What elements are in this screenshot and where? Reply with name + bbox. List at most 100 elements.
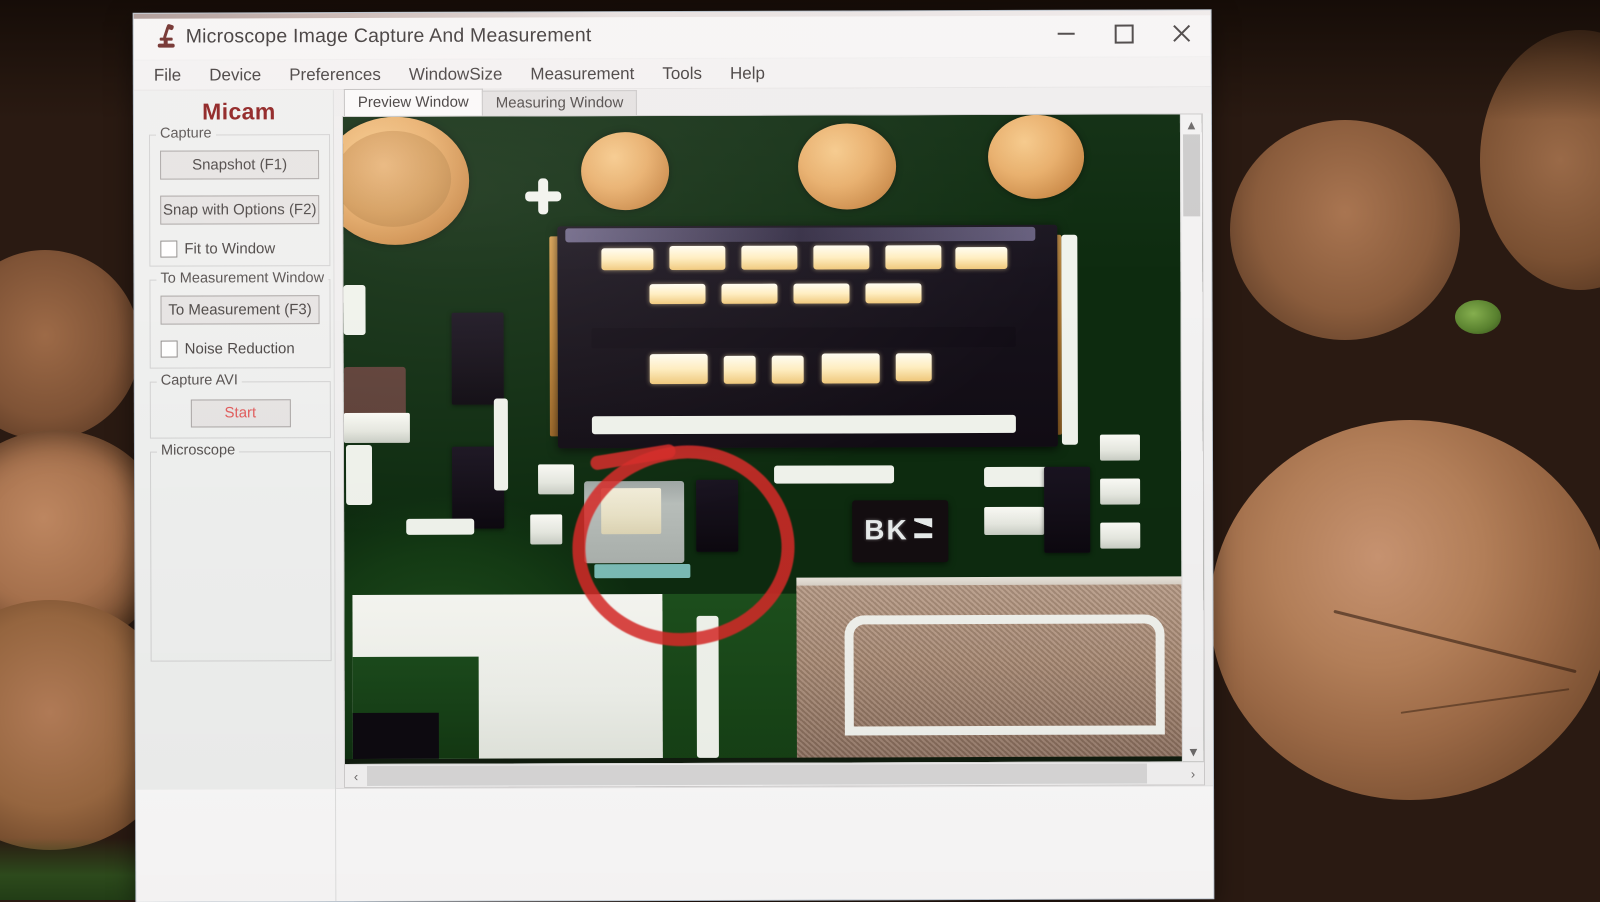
to-measurement-button[interactable]: To Measurement (F3) [160, 295, 320, 325]
gold-test-pad [342, 116, 470, 246]
solder-pad [723, 355, 756, 384]
microscope-icon [155, 23, 177, 49]
group-capture-avi: Capture AVI Start [149, 372, 331, 439]
pcb-trace [345, 444, 373, 506]
title-bar[interactable]: Microscope Image Capture And Measurement [133, 10, 1211, 61]
menu-item-tools[interactable]: Tools [659, 61, 705, 85]
solder-pad [865, 283, 922, 304]
noise-reduction-row[interactable]: Noise Reduction [160, 340, 320, 358]
snap-with-options-button[interactable]: Snap with Options (F2) [160, 195, 320, 225]
close-icon [1172, 23, 1192, 43]
bk-chip-marking: BK [864, 514, 909, 546]
smd-component [352, 712, 439, 760]
pcb-pad [1100, 522, 1141, 549]
wallpaper-log [0, 250, 140, 440]
minimize-button[interactable] [1037, 11, 1095, 57]
wallpaper-log-crack [1333, 609, 1577, 674]
horizontal-scrollbar[interactable]: ‹ › [344, 761, 1205, 788]
gold-test-pad [580, 132, 670, 211]
pcb-pad [984, 506, 1045, 536]
menu-bar: File Device Preferences WindowSize Measu… [133, 57, 1211, 91]
solder-pad [601, 248, 654, 271]
chevron-down-icon: ▼ [1186, 743, 1200, 759]
horizontal-scroll-track[interactable] [366, 762, 1182, 787]
copper-outline [844, 614, 1165, 736]
silkscreen-marker [525, 178, 561, 214]
tab-strip: Preview Window Measuring Window [333, 87, 1211, 117]
scroll-up-button[interactable]: ▲ [1181, 114, 1202, 134]
menu-item-help[interactable]: Help [727, 61, 768, 85]
content-area: Preview Window Measuring Window BK ▲ ▼ ‹… [333, 87, 1214, 902]
group-to-measurement-window: To Measurement Window To Measurement (F3… [149, 270, 331, 369]
menu-item-measurement[interactable]: Measurement [527, 62, 637, 86]
preview-panel: BK ▲ ▼ ‹ › [341, 113, 1206, 789]
fit-to-window-label: Fit to Window [184, 240, 276, 258]
pcb-trace [591, 414, 1016, 435]
pcb-pad [1100, 478, 1141, 505]
wallpaper-log-crack [1400, 688, 1570, 714]
chevron-right-icon: › [1190, 765, 1196, 781]
menu-item-device[interactable]: Device [206, 63, 264, 87]
fit-to-window-checkbox[interactable] [160, 240, 178, 258]
vertical-scrollbar[interactable]: ▲ ▼ [1179, 114, 1204, 762]
close-button[interactable] [1153, 10, 1211, 56]
pcb-pad [538, 464, 575, 495]
start-avi-button[interactable]: Start [190, 399, 291, 428]
tab-preview-window[interactable]: Preview Window [343, 88, 483, 117]
solder-pad [741, 245, 798, 270]
tab-measuring-window[interactable]: Measuring Window [481, 90, 638, 116]
menu-item-windowsize[interactable]: WindowSize [406, 62, 506, 86]
window-title: Microscope Image Capture And Measurement [185, 23, 592, 48]
group-capture: Capture Snapshot (F1) Snap with Options … [148, 125, 331, 267]
pcb-trace [343, 284, 366, 336]
minimize-icon [1057, 32, 1075, 35]
bk-chip: BK [852, 500, 949, 563]
scroll-left-button[interactable]: ‹ [345, 768, 367, 784]
gold-test-pad [987, 114, 1085, 200]
noise-reduction-checkbox[interactable] [160, 340, 178, 358]
solder-pad [821, 353, 880, 384]
chevron-left-icon: ‹ [353, 768, 359, 784]
fit-to-window-row[interactable]: Fit to Window [160, 240, 319, 258]
solder-pad [771, 355, 804, 384]
pcb-trace [406, 518, 475, 535]
sidebar-panel: Micam Capture Snapshot (F1) Snap with Op… [133, 90, 337, 902]
menu-item-preferences[interactable]: Preferences [286, 62, 384, 86]
scroll-down-button[interactable]: ▼ [1183, 741, 1204, 761]
gold-test-pad [797, 123, 897, 210]
chevron-up-icon: ▲ [1184, 116, 1198, 132]
pcb-trace [984, 466, 1049, 488]
snapshot-button[interactable]: Snapshot (F1) [160, 150, 320, 180]
pcb-pad [530, 514, 563, 545]
solder-pad [885, 245, 942, 270]
ic-body-shadow [591, 326, 1016, 349]
smd-component [451, 312, 504, 405]
group-microscope-label: Microscope [156, 442, 240, 459]
scroll-right-button[interactable]: › [1182, 765, 1204, 781]
ic-highlight [565, 226, 1036, 243]
pcb-trace [493, 398, 509, 491]
solder-pad [669, 245, 726, 271]
application-window: Microscope Image Capture And Measurement… [133, 10, 1214, 902]
vertical-scroll-track[interactable] [1181, 134, 1204, 741]
vertical-scroll-thumb[interactable] [1182, 134, 1201, 217]
group-to-measurement-label: To Measurement Window [156, 270, 329, 287]
preview-viewport[interactable]: BK ▲ ▼ [342, 114, 1204, 765]
menu-item-file[interactable]: File [151, 63, 184, 87]
solder-pad [649, 283, 706, 305]
pcb-trace [774, 465, 895, 484]
solder-pad [813, 245, 870, 270]
noise-reduction-label: Noise Reduction [184, 340, 295, 358]
bk-chip-symbol [914, 518, 933, 539]
wallpaper-foliage [1455, 300, 1501, 334]
microscope-image: BK [342, 114, 1183, 760]
solder-pad [721, 283, 778, 304]
group-capture-label: Capture [155, 125, 216, 142]
maximize-button[interactable] [1095, 10, 1153, 56]
group-microscope: Microscope [149, 442, 332, 662]
horizontal-scroll-thumb[interactable] [366, 763, 1148, 786]
sidebar-filler [136, 789, 336, 902]
solder-pad [955, 246, 1008, 270]
solder-pad [895, 353, 932, 382]
solder-pad [649, 353, 708, 385]
